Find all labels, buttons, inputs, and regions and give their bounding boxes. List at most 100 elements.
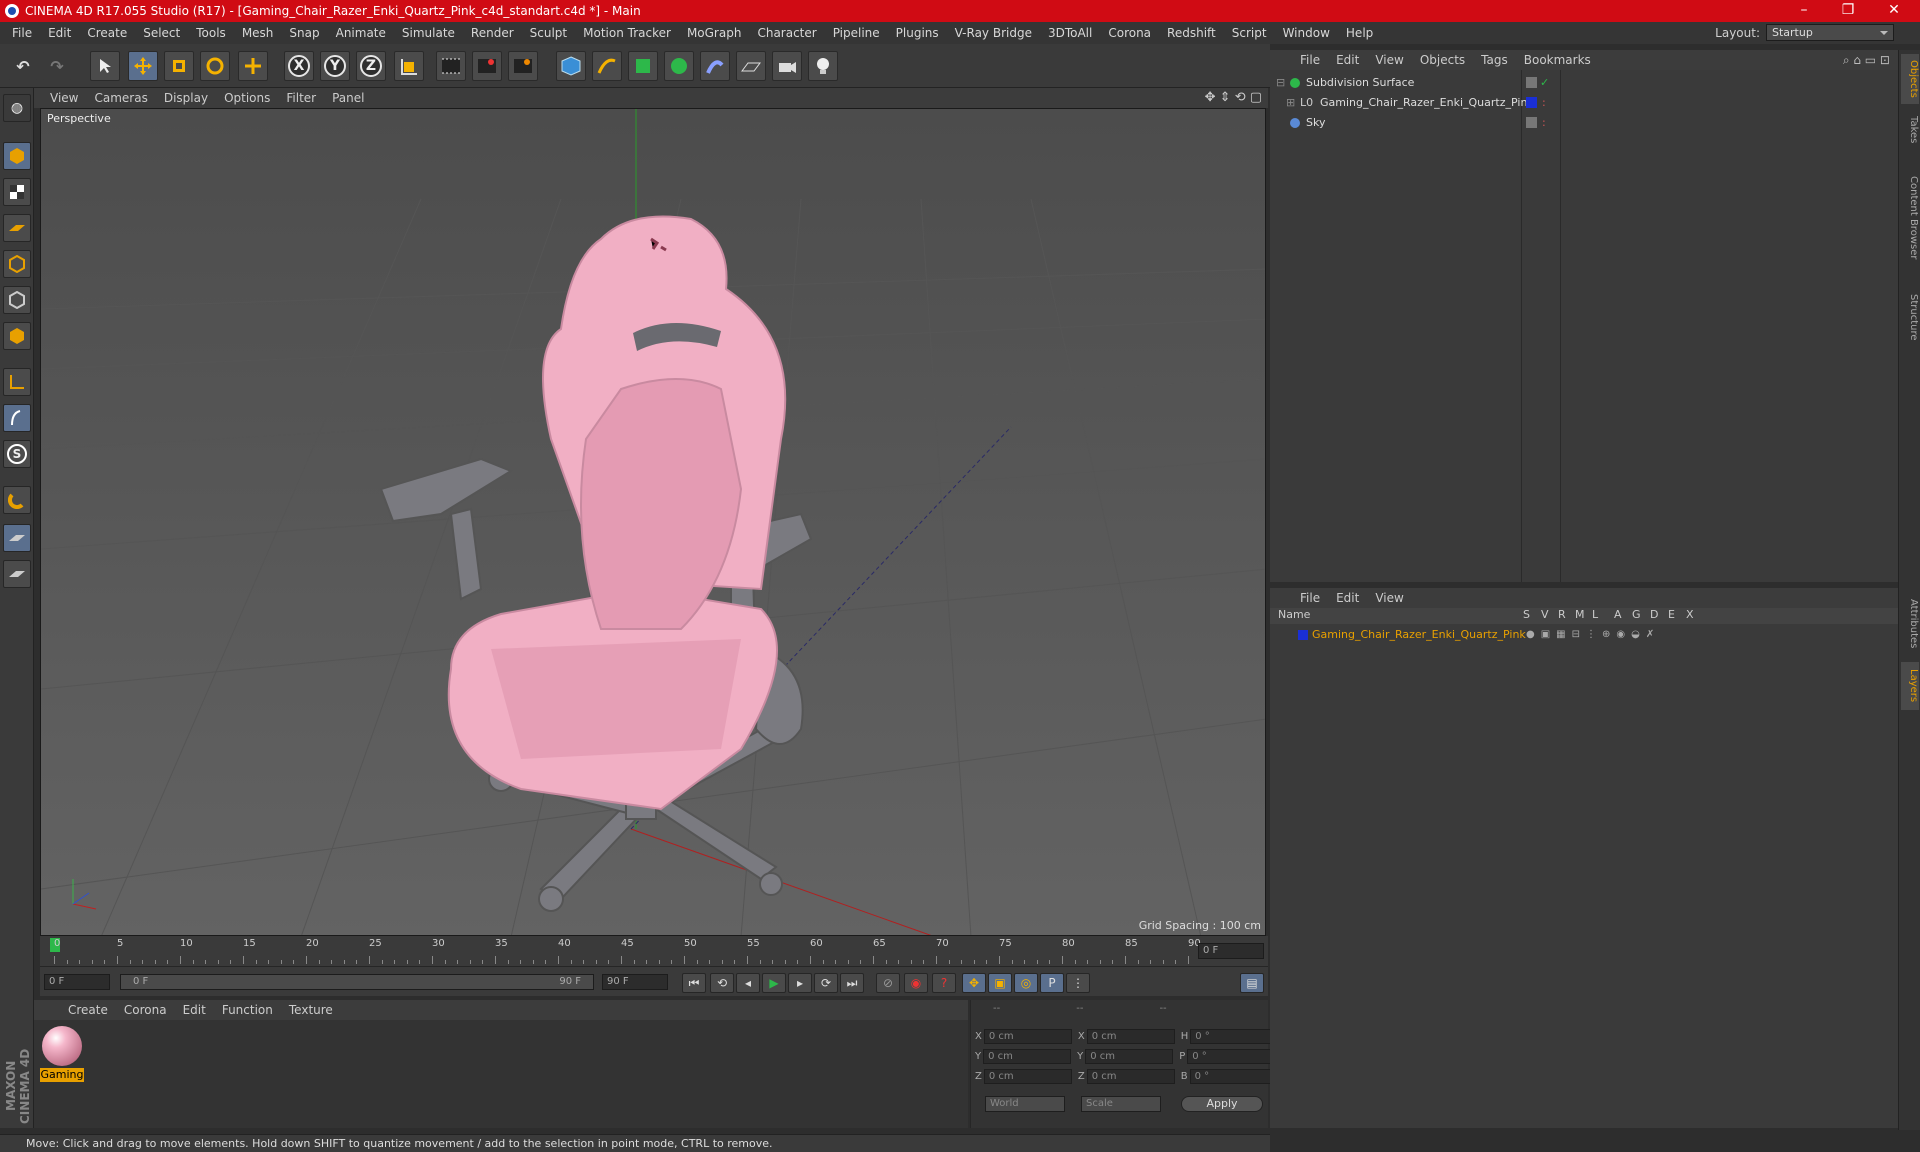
select-cursor-icon[interactable] (90, 51, 120, 81)
z-axis-lock-button[interactable]: Z (356, 51, 386, 81)
menu-animate[interactable]: Animate (328, 26, 394, 40)
cube-object-icon[interactable] (556, 51, 586, 81)
move-tool-icon[interactable] (128, 51, 158, 81)
viewport-menu-filter[interactable]: Filter (278, 91, 324, 105)
y-axis-lock-button[interactable]: Y (320, 51, 350, 81)
object-row-sky[interactable]: Sky : (1270, 114, 1898, 132)
tab-layers[interactable]: Layers (1901, 662, 1919, 710)
model-mode-icon[interactable] (3, 142, 31, 170)
magnet-icon[interactable] (3, 486, 31, 514)
snapping-icon[interactable]: S (3, 440, 31, 468)
rotation-b-field[interactable]: 0 ° (1189, 1068, 1278, 1084)
camera-icon[interactable] (772, 51, 802, 81)
rotation-p-field[interactable]: 0 ° (1187, 1048, 1276, 1064)
size-z-field[interactable]: 0 cm (1086, 1068, 1175, 1084)
autokey-icon[interactable]: ◉ (904, 973, 928, 993)
layers-menu-edit[interactable]: Edit (1328, 591, 1367, 605)
prev-frame-icon[interactable]: ◂ (736, 973, 760, 993)
viewport-menu-options[interactable]: Options (216, 91, 278, 105)
pen-spline-icon[interactable] (592, 51, 622, 81)
menu-3dtoall[interactable]: 3DToAll (1040, 26, 1100, 40)
cloner-icon[interactable] (664, 51, 694, 81)
size-y-field[interactable]: 0 cm (1085, 1048, 1174, 1064)
menu-select[interactable]: Select (135, 26, 188, 40)
viewport-menu-panel[interactable]: Panel (324, 91, 372, 105)
menu-file[interactable]: File (4, 26, 40, 40)
viewport-nav-icons[interactable]: ✥ ⇕ ⟲ ▢ (1205, 90, 1262, 105)
viewport-menu-view[interactable]: View (42, 91, 86, 105)
menu-render[interactable]: Render (463, 26, 522, 40)
visibility-dots-icon[interactable]: : (1542, 114, 1546, 132)
objects-menu-edit[interactable]: Edit (1328, 53, 1367, 67)
make-editable-icon[interactable]: ◍ (3, 94, 31, 122)
apply-button[interactable]: Apply (1181, 1096, 1263, 1112)
timeline-ruler[interactable]: 0 5 10 15 20 25 30 35 40 45 50 55 60 65 70 75 80 85 90 0 F (40, 936, 1268, 966)
render-settings-icon[interactable] (508, 51, 538, 81)
keyframe-selection-icon[interactable]: ? (932, 973, 956, 993)
tree-expand-icon[interactable]: ⊞ (1286, 94, 1295, 112)
x-axis-lock-button[interactable]: X (284, 51, 314, 81)
enabled-check-icon[interactable]: ✓ (1540, 74, 1549, 92)
goto-end-icon[interactable]: ⏭ (840, 973, 864, 993)
frame-range-slider[interactable]: 0 F 90 F (120, 974, 594, 990)
material-menu-corona[interactable]: Corona (116, 1003, 175, 1017)
menu-create[interactable]: Create (79, 26, 135, 40)
menu-help[interactable]: Help (1338, 26, 1381, 40)
objects-search-home-icons[interactable]: ⌕ ⌂ ▭ ⊡ (1843, 53, 1890, 68)
play-icon[interactable]: ▶ (762, 973, 786, 993)
prev-keyframe-icon[interactable]: ⟲ (710, 973, 734, 993)
current-frame-field[interactable]: 0 F (1198, 943, 1264, 959)
undo-icon[interactable]: ↶ (8, 51, 38, 81)
scale-tool-icon[interactable] (164, 51, 194, 81)
tab-takes[interactable]: Takes (1901, 110, 1919, 150)
light-icon[interactable] (808, 51, 838, 81)
menu-character[interactable]: Character (749, 26, 824, 40)
axis-mode-icon[interactable] (3, 368, 31, 396)
tab-structure[interactable]: Structure (1901, 286, 1919, 348)
minimize-button[interactable]: – (1782, 0, 1826, 22)
menu-simulate[interactable]: Simulate (394, 26, 463, 40)
render-picture-viewer-icon[interactable] (472, 51, 502, 81)
menu-mograph[interactable]: MoGraph (679, 26, 750, 40)
floor-icon[interactable] (736, 51, 766, 81)
goto-start-icon[interactable]: ⏮ (682, 973, 706, 993)
tab-attributes[interactable]: Attributes (1901, 590, 1919, 658)
workplane-mode-icon[interactable] (3, 214, 31, 242)
objects-menu-tags[interactable]: Tags (1473, 53, 1516, 67)
layers-menu-file[interactable]: File (1292, 591, 1328, 605)
material-swatch[interactable]: Gaming (40, 1024, 84, 1084)
menu-plugins[interactable]: Plugins (888, 26, 947, 40)
menu-tools[interactable]: Tools (188, 26, 234, 40)
position-x-field[interactable]: 0 cm (983, 1028, 1072, 1044)
tab-objects[interactable]: Objects (1901, 54, 1919, 104)
position-y-field[interactable]: 0 cm (983, 1048, 1072, 1064)
objects-menu-view[interactable]: View (1367, 53, 1411, 67)
maximize-button[interactable]: ❐ (1826, 0, 1870, 22)
rotation-h-field[interactable]: 0 ° (1190, 1028, 1279, 1044)
rotate-tool-icon[interactable] (200, 51, 230, 81)
coordinate-system-icon[interactable] (394, 51, 424, 81)
visibility-toggle-icon[interactable] (1526, 77, 1537, 88)
menu-snap[interactable]: Snap (281, 26, 327, 40)
key-position-icon[interactable]: ✥ (962, 973, 986, 993)
key-scale-icon[interactable]: ▣ (988, 973, 1012, 993)
material-menu-create[interactable]: Create (60, 1003, 116, 1017)
layer-row[interactable]: Gaming_Chair_Razer_Enki_Quartz_Pink ●▣▦⊟… (1270, 626, 1898, 644)
visibility-toggle-icon[interactable] (1526, 117, 1537, 128)
viewport-menu-display[interactable]: Display (156, 91, 216, 105)
start-frame-field[interactable]: 0 F (44, 974, 110, 990)
material-menu-function[interactable]: Function (214, 1003, 281, 1017)
visibility-dots-icon[interactable]: : (1542, 94, 1546, 112)
timeline-window-icon[interactable]: ▤ (1240, 973, 1264, 993)
close-button[interactable]: ✕ (1872, 0, 1916, 22)
menu-corona[interactable]: Corona (1100, 26, 1159, 40)
key-parameter-icon[interactable]: P (1040, 973, 1064, 993)
objects-menu-bookmarks[interactable]: Bookmarks (1516, 53, 1599, 67)
objects-menu-objects[interactable]: Objects (1412, 53, 1473, 67)
layout-dropdown[interactable]: Startup (1766, 24, 1894, 41)
menu-motion-tracker[interactable]: Motion Tracker (575, 26, 679, 40)
position-z-field[interactable]: 0 cm (983, 1068, 1072, 1084)
edges-mode-icon[interactable] (3, 286, 31, 314)
menu-sculpt[interactable]: Sculpt (522, 26, 575, 40)
menu-redshift[interactable]: Redshift (1159, 26, 1224, 40)
